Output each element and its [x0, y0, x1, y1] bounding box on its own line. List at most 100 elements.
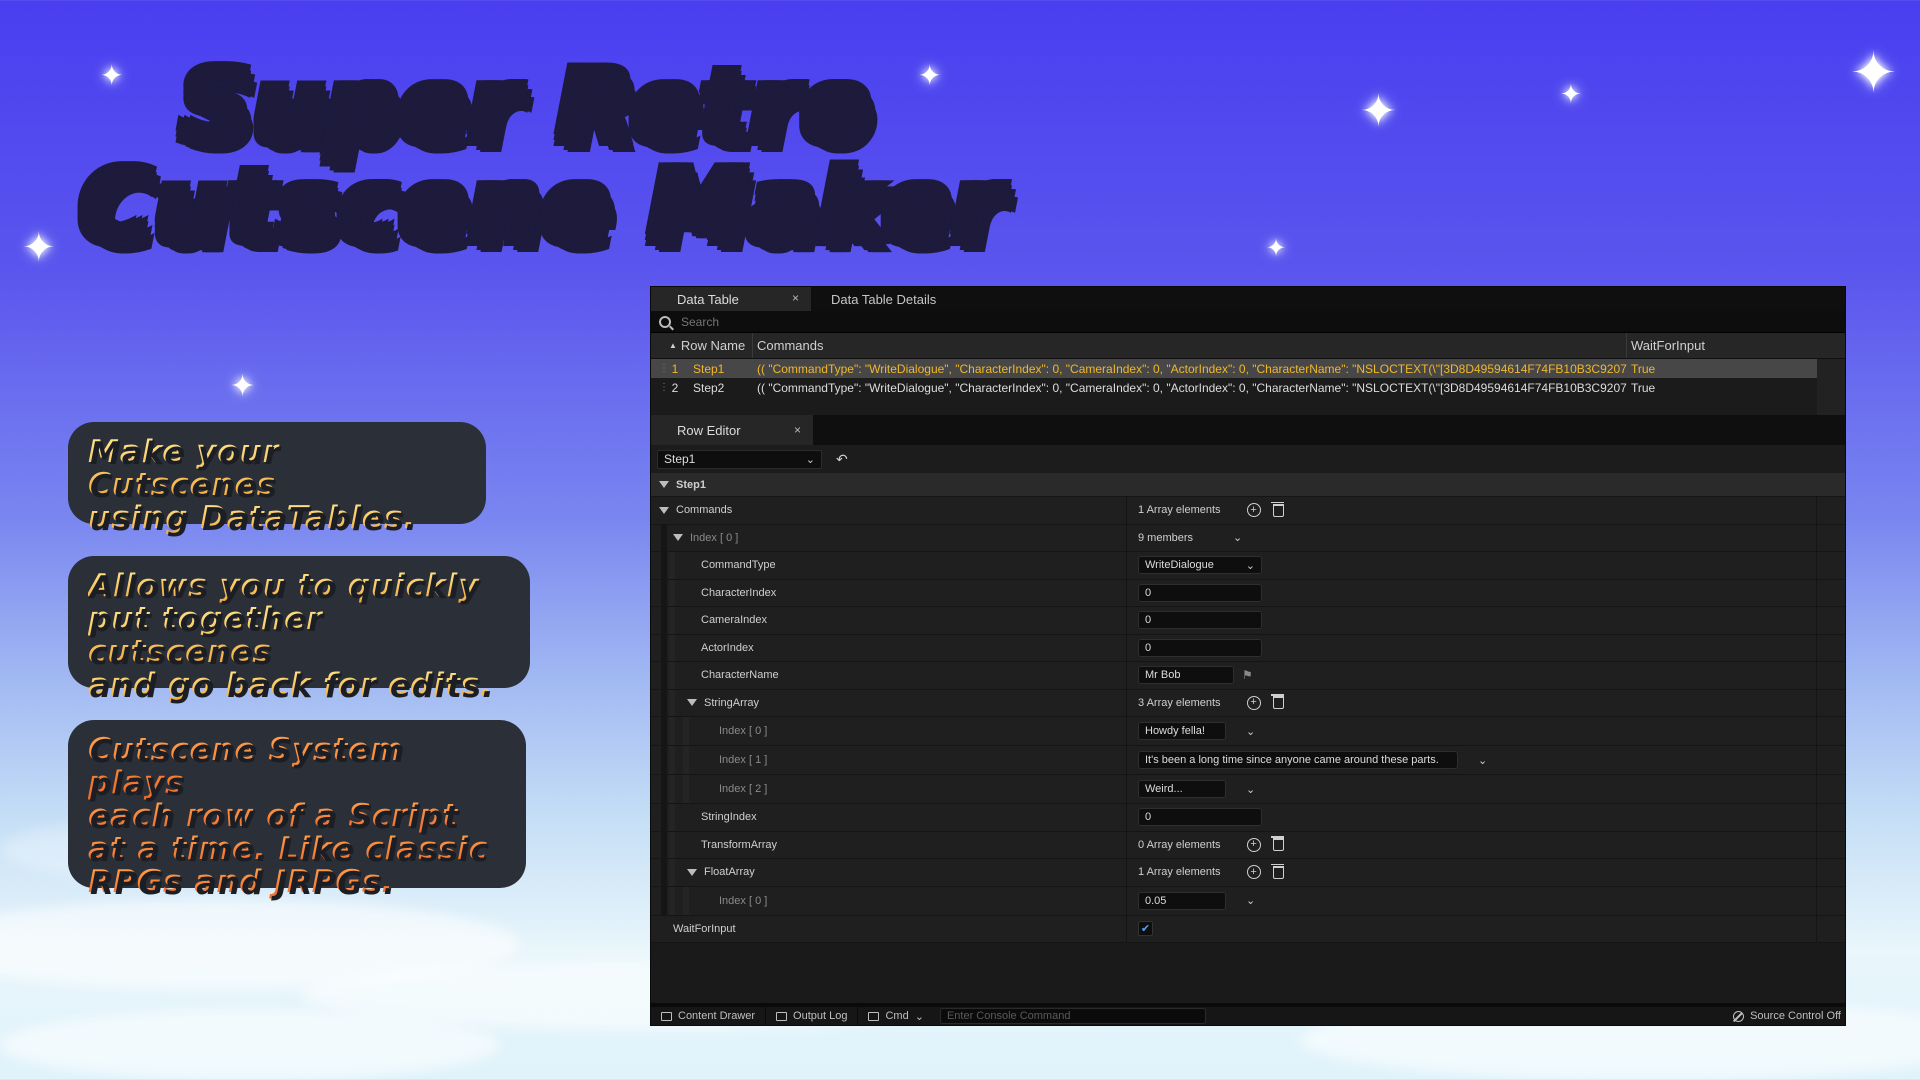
row-select-value: Step1 [664, 452, 696, 466]
actor-index-field[interactable]: 0 [1138, 638, 1262, 657]
indent-guide [669, 859, 675, 886]
add-element-icon[interactable]: + [1246, 503, 1261, 518]
indent-guide [669, 886, 675, 915]
indent-guide [669, 804, 675, 831]
flag-icon[interactable]: ⚑ [1242, 668, 1253, 682]
tab-row-editor[interactable]: Row Editor × [651, 415, 813, 445]
trash-icon[interactable] [1270, 694, 1284, 710]
column-divider [1816, 886, 1817, 915]
table-row[interactable]: ⋮ 2 Step2 (( "CommandType": "WriteDialog… [651, 378, 1819, 397]
column-header-row-name[interactable]: ▲ Row Name [669, 333, 753, 358]
string-field[interactable]: Howdy fella! [1138, 722, 1226, 740]
column-divider [1816, 634, 1817, 661]
search-input[interactable] [681, 314, 981, 329]
string-index-field[interactable]: 0 [1138, 808, 1262, 827]
expand-arrow-icon[interactable] [659, 506, 669, 514]
add-element-icon[interactable]: + [1246, 837, 1261, 852]
property-name: StringArray [687, 690, 759, 717]
column-divider [1126, 634, 1127, 661]
title-line-2: Cutscene Maker [80, 150, 1004, 264]
trash-icon[interactable] [1270, 501, 1284, 517]
property-row: CameraIndex 0 [651, 607, 1845, 635]
column-header-commands[interactable]: Commands [753, 333, 1627, 358]
property-value: 9 members ⌄ [1128, 525, 1242, 552]
row-wait-for-input: True [1631, 380, 1656, 395]
property-name: CharacterName [701, 669, 779, 682]
indent-guide [669, 831, 675, 858]
column-divider [1126, 607, 1127, 634]
trash-icon[interactable] [1270, 863, 1284, 879]
property-row: Index [ 0 ] 9 members ⌄ [651, 524, 1845, 552]
indent-guide [683, 717, 689, 745]
string-field[interactable]: It's been a long time since anyone came … [1138, 751, 1458, 769]
row-select-dropdown[interactable]: Step1 ⌄ [657, 449, 822, 469]
add-element-icon[interactable]: + [1246, 865, 1261, 880]
tab-data-table-details[interactable]: Data Table Details [811, 287, 936, 311]
section-header[interactable]: Step1 [651, 473, 1845, 497]
array-count: 1 Array elements [1138, 866, 1221, 879]
drag-handle-icon[interactable]: ⋮ [651, 382, 669, 393]
character-index-field[interactable]: 0 [1138, 583, 1262, 602]
chevron-down-icon: ⌄ [914, 1010, 924, 1023]
string-field[interactable]: Weird... [1138, 780, 1226, 798]
expand-arrow-icon[interactable] [673, 534, 683, 542]
row-name: Step2 [693, 380, 725, 395]
content-drawer-icon [661, 1011, 672, 1021]
cmd-dropdown[interactable]: Cmd ⌄ [858, 1007, 933, 1025]
close-icon[interactable]: × [792, 291, 799, 305]
grid-scrollbar[interactable] [1817, 359, 1845, 415]
property-row: Index [ 2 ] Weird... ⌄ [651, 775, 1845, 804]
search-icon [659, 315, 671, 328]
members-count: 9 members [1138, 531, 1194, 544]
callout-text: each row of a Script [88, 800, 504, 833]
indent-guide [683, 775, 689, 803]
column-divider [1816, 831, 1817, 858]
column-divider [1816, 689, 1817, 716]
expand-arrow-icon[interactable] [687, 699, 697, 707]
add-element-icon[interactable]: + [1246, 695, 1261, 710]
expand-arrow-icon[interactable] [687, 868, 697, 876]
column-divider [1126, 524, 1127, 551]
output-log-button[interactable]: Output Log [766, 1007, 859, 1025]
drag-handle-icon[interactable]: ⋮ [651, 363, 669, 374]
expand-arrow-icon[interactable] [659, 481, 669, 488]
property-value: 1 Array elements + [1128, 859, 1284, 886]
data-table-grid: ▲ Row Name Commands WaitForInput ⋮ 1 Step… [651, 333, 1845, 415]
chevron-down-icon[interactable]: ⌄ [1478, 754, 1487, 767]
indent-guide [661, 831, 667, 858]
command-type-dropdown[interactable]: WriteDialogue ⌄ [1138, 556, 1262, 575]
property-label: Index [ 0 ] [690, 531, 739, 544]
source-control-button[interactable]: Source Control Off [1733, 1010, 1841, 1022]
tab-data-table[interactable]: Data Table × [651, 287, 811, 311]
row-commands: (( "CommandType": "WriteDialogue", "Char… [757, 380, 1627, 395]
column-header-wait-for-input[interactable]: WaitForInput [1627, 338, 1705, 353]
column-divider [1126, 775, 1127, 803]
chevron-down-icon[interactable]: ⌄ [1246, 783, 1255, 796]
chevron-down-icon[interactable]: ⌄ [1246, 725, 1255, 738]
close-icon[interactable]: × [794, 423, 801, 437]
star-icon: ✦ [1266, 234, 1287, 262]
console-command-input[interactable]: Enter Console Command [939, 1008, 1206, 1024]
content-drawer-button[interactable]: Content Drawer [651, 1007, 767, 1025]
search-bar [651, 311, 1845, 333]
column-divider [1816, 552, 1817, 579]
property-value: 0 [1128, 580, 1262, 607]
chevron-down-icon[interactable]: ⌄ [1233, 531, 1242, 544]
undo-icon[interactable]: ↶ [836, 451, 848, 468]
float-field[interactable]: 0.05 [1138, 891, 1226, 910]
section-name: Step1 [659, 473, 706, 496]
column-divider [1126, 746, 1127, 774]
table-row[interactable]: ⋮ 1 Step1 (( "CommandType": "WriteDialog… [651, 359, 1819, 378]
wait-for-input-checkbox[interactable]: ✔ [1138, 921, 1153, 937]
array-count: 1 Array elements [1138, 504, 1221, 517]
character-name-field[interactable]: Mr Bob [1138, 666, 1234, 685]
array-count: 0 Array elements [1138, 838, 1221, 851]
property-name: Index [ 0 ] [719, 725, 768, 737]
column-divider [1126, 552, 1127, 579]
indent-guide [669, 607, 675, 634]
trash-icon[interactable] [1270, 836, 1284, 852]
star-icon: ✦ [1560, 80, 1582, 110]
camera-index-field[interactable]: 0 [1138, 611, 1262, 630]
callout-text: using DataTables. [88, 502, 464, 535]
chevron-down-icon[interactable]: ⌄ [1246, 894, 1255, 907]
